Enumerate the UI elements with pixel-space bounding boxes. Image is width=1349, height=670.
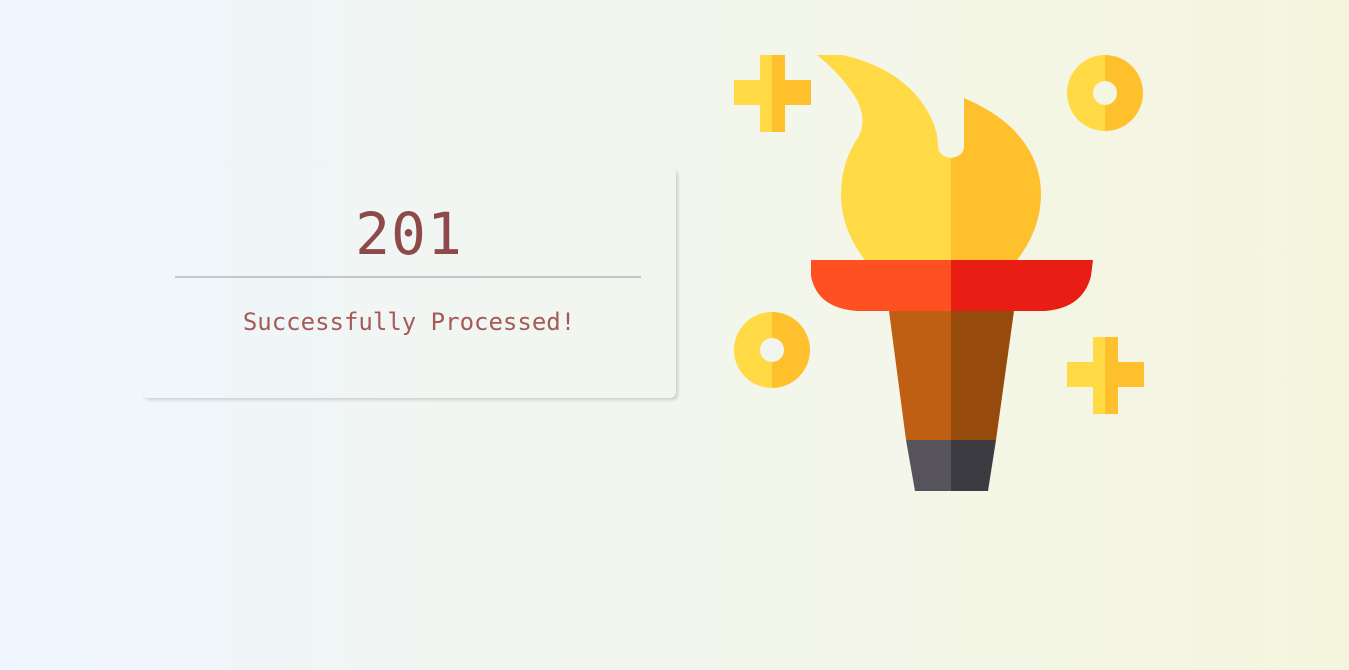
status-card: 201 Successfully Processed!	[142, 168, 676, 398]
ring-sparkle-icon	[734, 312, 810, 388]
status-code: 201	[355, 200, 463, 268]
ring-sparkle-icon	[1067, 55, 1143, 131]
plus-sparkle-icon	[734, 55, 811, 132]
plus-sparkle-icon	[1067, 337, 1144, 414]
torch-illustration	[734, 55, 1144, 491]
divider	[175, 276, 641, 278]
torch-icon	[811, 55, 1093, 491]
status-message: Successfully Processed!	[242, 308, 576, 336]
